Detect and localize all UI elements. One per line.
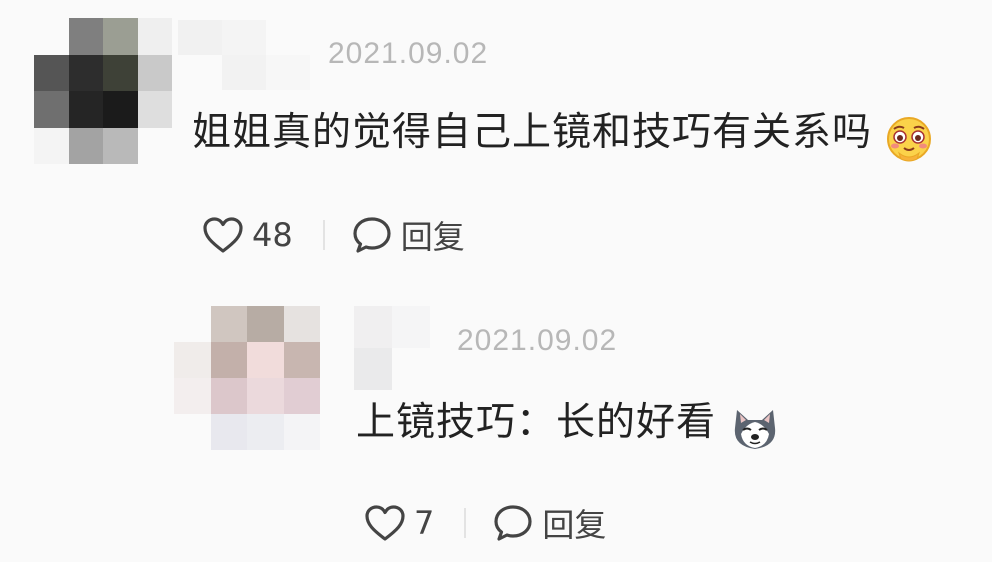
heart-icon [202,216,244,254]
husky-dog-emoji-icon [731,406,779,456]
comment-actions: 48 回复 [202,212,465,258]
comment-text: 上镜技巧：长的好看 [356,400,717,445]
speech-bubble-icon [351,215,393,255]
username[interactable] [178,20,310,90]
reply-label: 回复 [542,506,607,544]
reply-button[interactable]: 回复 [492,500,606,546]
avatar[interactable] [34,18,172,164]
like-count: 48 [252,216,293,254]
comment-text: 姐姐真的觉得自己上镜和技巧有关系吗 [192,110,873,155]
speech-bubble-icon [492,503,534,543]
comment-body: 姐姐真的觉得自己上镜和技巧有关系吗 [192,113,933,167]
like-button[interactable]: 7 [364,504,434,542]
username[interactable] [354,306,430,390]
comment-actions: 7 回复 [364,500,606,546]
reply-button[interactable]: 回复 [351,212,465,258]
comment-timestamp: 2021.09.02 [457,324,618,357]
avatar[interactable] [174,306,320,450]
blush-sweat-emoji-icon [885,115,933,167]
comment-body: 上镜技巧：长的好看 [356,403,779,456]
like-count: 7 [414,504,435,542]
like-button[interactable]: 48 [202,216,293,254]
action-divider [322,220,325,250]
heart-icon [364,504,406,542]
action-divider [464,508,467,538]
comment-timestamp: 2021.09.02 [328,37,489,70]
reply-label: 回复 [400,218,465,256]
